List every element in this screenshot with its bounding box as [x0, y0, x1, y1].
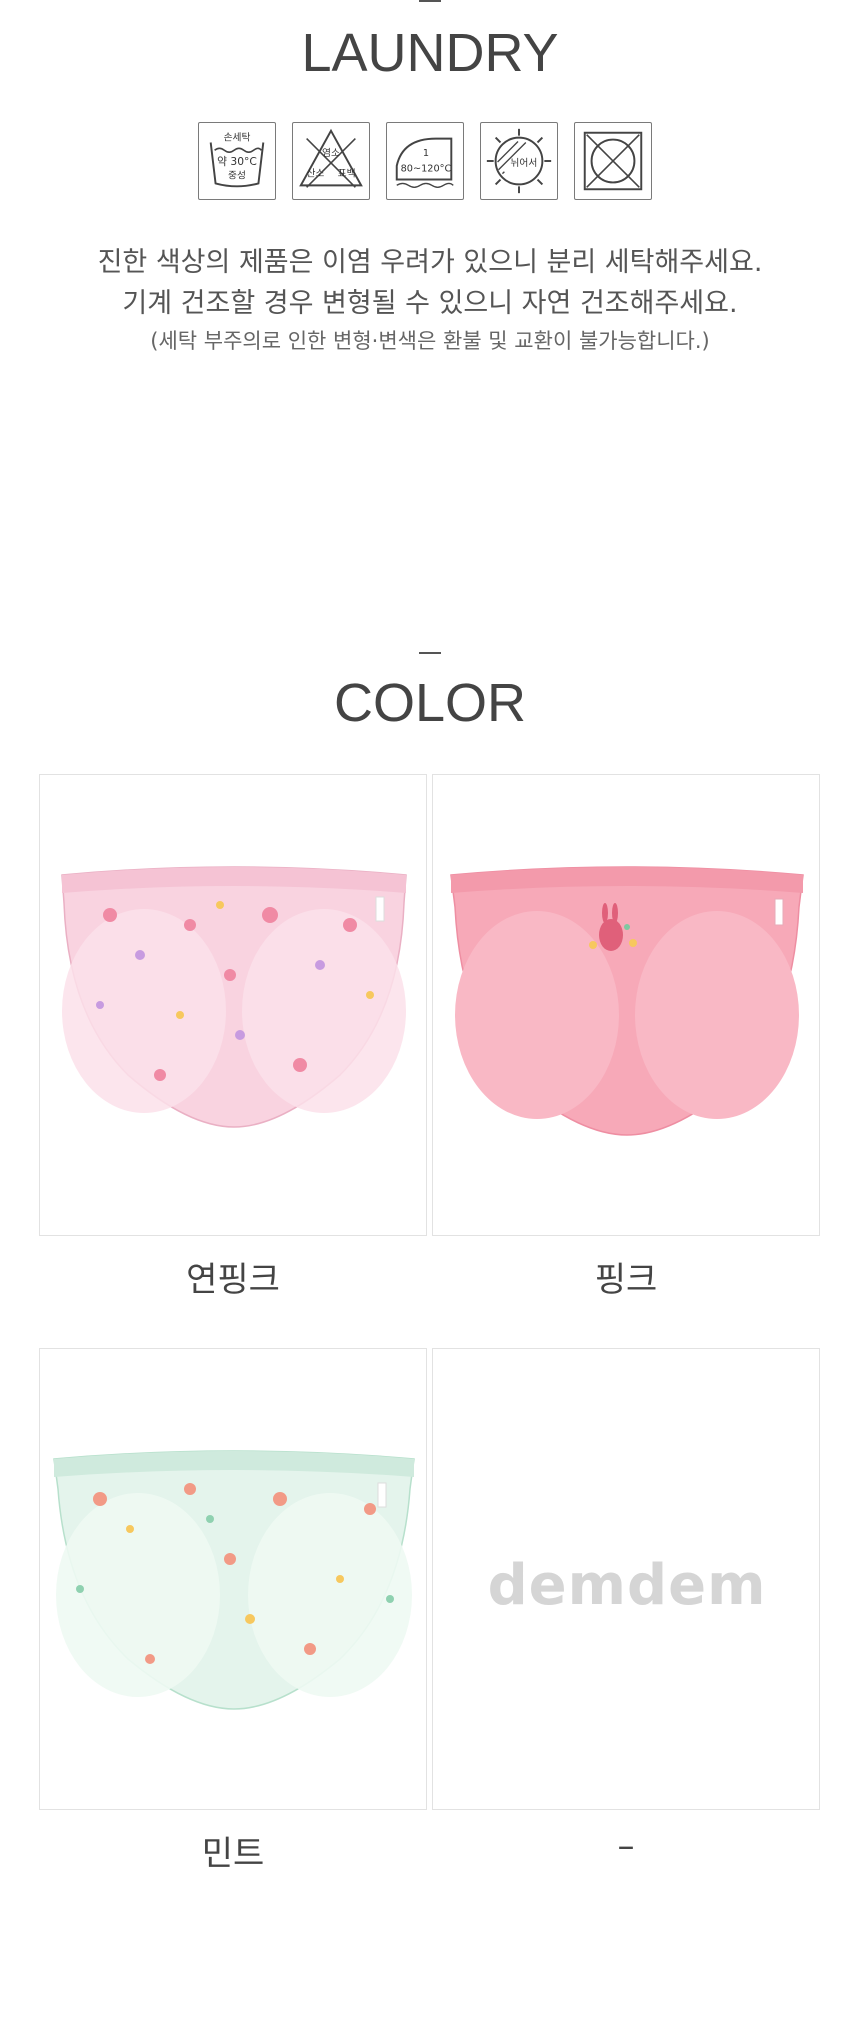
- mint-briefs-image: [53, 1450, 415, 1710]
- no-bleach-label-1: 염소: [322, 147, 340, 159]
- iron-level: 1: [423, 148, 429, 159]
- laundry-title-dash: [419, 0, 441, 2]
- no-bleach-icon: 염소 산소 표백: [292, 122, 370, 200]
- color-swatch-light-pink: [39, 774, 427, 1236]
- no-tumble-dry-icon: [574, 122, 652, 200]
- hand-wash-detergent: 중성: [228, 170, 246, 182]
- color-swatch-placeholder: demdem: [432, 1348, 820, 1810]
- color-label-mint: 민트: [201, 1834, 265, 1874]
- hand-wash-temp: 약 30°C: [217, 155, 257, 168]
- care-icons: 손세탁 약 30°C 중성 염소 산소 표백 1 80~120°C 뉘어서: [198, 122, 664, 202]
- color-label-pink: 핑크: [594, 1260, 658, 1300]
- color-label-light-pink: 연핑크: [186, 1260, 280, 1300]
- light-pink-briefs-image: [61, 866, 407, 1128]
- color-label-placeholder: –: [617, 1826, 635, 1866]
- hand-wash-label: 손세탁: [224, 132, 251, 144]
- color-swatch-pink: [432, 774, 820, 1236]
- demdem-logo: demdem: [487, 1553, 767, 1618]
- no-bleach-label-2: 산소: [306, 168, 324, 180]
- laundry-title: LAUNDRY: [301, 23, 559, 83]
- no-bleach-label-3: 표백: [338, 168, 356, 180]
- iron-temp: 80~120°C: [401, 164, 452, 175]
- hand-wash-icon: 손세탁 약 30°C 중성: [198, 122, 276, 200]
- care-note-line3: (세탁 부주의로 인한 변형·변색은 환불 및 교환이 불가능합니다.): [150, 329, 710, 353]
- color-title: COLOR: [333, 673, 527, 733]
- pink-briefs-image: [450, 866, 804, 1136]
- shade-dry-label: 뉘어서: [510, 157, 537, 169]
- shade-dry-icon: 뉘어서: [480, 122, 558, 200]
- color-swatch-mint: [39, 1348, 427, 1810]
- color-title-dash: [419, 652, 441, 654]
- iron-temperature-icon: 1 80~120°C: [386, 122, 464, 200]
- care-note-line1: 진한 색상의 제품은 이염 우려가 있으니 분리 세탁해주세요.: [97, 247, 763, 278]
- care-note-line2: 기계 건조할 경우 변형될 수 있으니 자연 건조해주세요.: [122, 288, 738, 319]
